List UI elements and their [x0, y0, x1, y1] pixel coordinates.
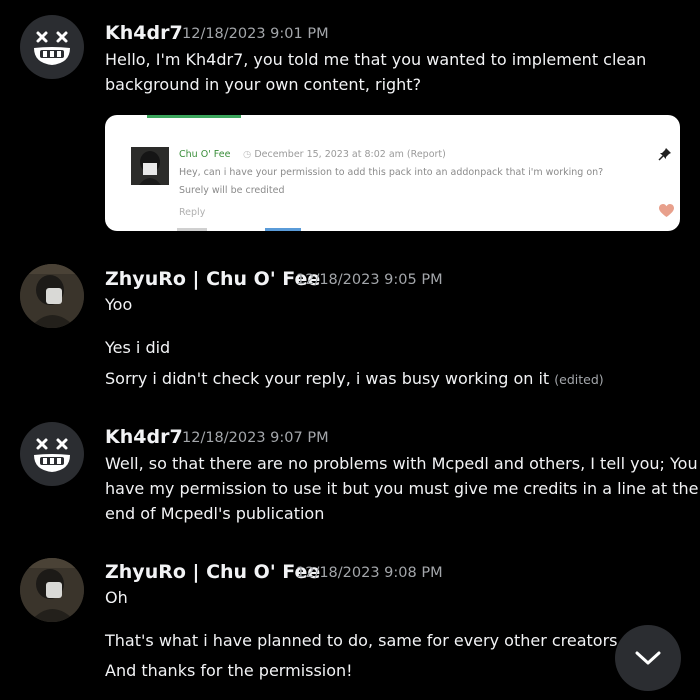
timestamp: 12/18/2023 9:07 PM	[182, 430, 329, 446]
grin-face-icon	[34, 31, 70, 65]
message-text: Sorry i didn't check your reply, i was b…	[105, 369, 604, 388]
avatar-zhyuro[interactable]	[20, 558, 84, 622]
grin-face-icon	[34, 438, 70, 472]
message-text: Hello, I'm Kh4dr7, you told me that you …	[105, 50, 647, 69]
timestamp: 12/18/2023 9:08 PM	[296, 565, 443, 581]
username[interactable]: ZhyuRo | Chu O' Fee	[105, 268, 320, 290]
heart-icon	[659, 204, 674, 217]
embed-avatar	[131, 147, 169, 185]
message-text: Well, so that there are no problems with…	[105, 454, 698, 473]
chevron-down-icon	[635, 651, 661, 665]
scroll-to-bottom-button[interactable]	[615, 625, 681, 691]
username[interactable]: Kh4dr7	[105, 22, 183, 44]
embed-reply-link: Reply	[179, 207, 206, 218]
embed-text: Hey, can i have your permission to add t…	[179, 167, 604, 178]
card-bottom-bar	[265, 228, 301, 231]
avatar-kh4dr7[interactable]	[20, 15, 84, 79]
message-text: have my permission to use it but you mus…	[105, 479, 699, 498]
avatar-kh4dr7[interactable]	[20, 422, 84, 486]
username[interactable]: Kh4dr7	[105, 426, 183, 448]
message-text: end of Mcpedl's publication	[105, 504, 325, 523]
message-text: Oh	[105, 588, 128, 607]
message-text: background in your own content, right?	[105, 75, 422, 94]
message-text: And thanks for the permission!	[105, 661, 353, 680]
card-bottom-bar	[177, 228, 207, 231]
avatar-zhyuro[interactable]	[20, 264, 84, 328]
message-text: Yes i did	[105, 338, 171, 357]
embed-date: ◷ December 15, 2023 at 8:02 am (Report)	[243, 149, 446, 160]
user-photo-icon	[20, 264, 84, 328]
timestamp: 12/18/2023 9:05 PM	[296, 272, 443, 288]
embedded-screenshot[interactable]: Chu O' Fee ◷ December 15, 2023 at 8:02 a…	[105, 115, 680, 231]
pin-icon	[658, 148, 671, 161]
message-text: Yoo	[105, 295, 133, 314]
user-photo-icon	[20, 558, 84, 622]
embed-text: Surely will be credited	[179, 185, 285, 196]
timestamp: 12/18/2023 9:01 PM	[182, 26, 329, 42]
username[interactable]: ZhyuRo | Chu O' Fee	[105, 561, 320, 583]
edited-tag: (edited)	[554, 372, 604, 387]
message-text: That's what i have planned to do, same f…	[105, 631, 618, 650]
embed-author: Chu O' Fee	[179, 149, 231, 160]
card-accent-bar	[147, 115, 241, 118]
